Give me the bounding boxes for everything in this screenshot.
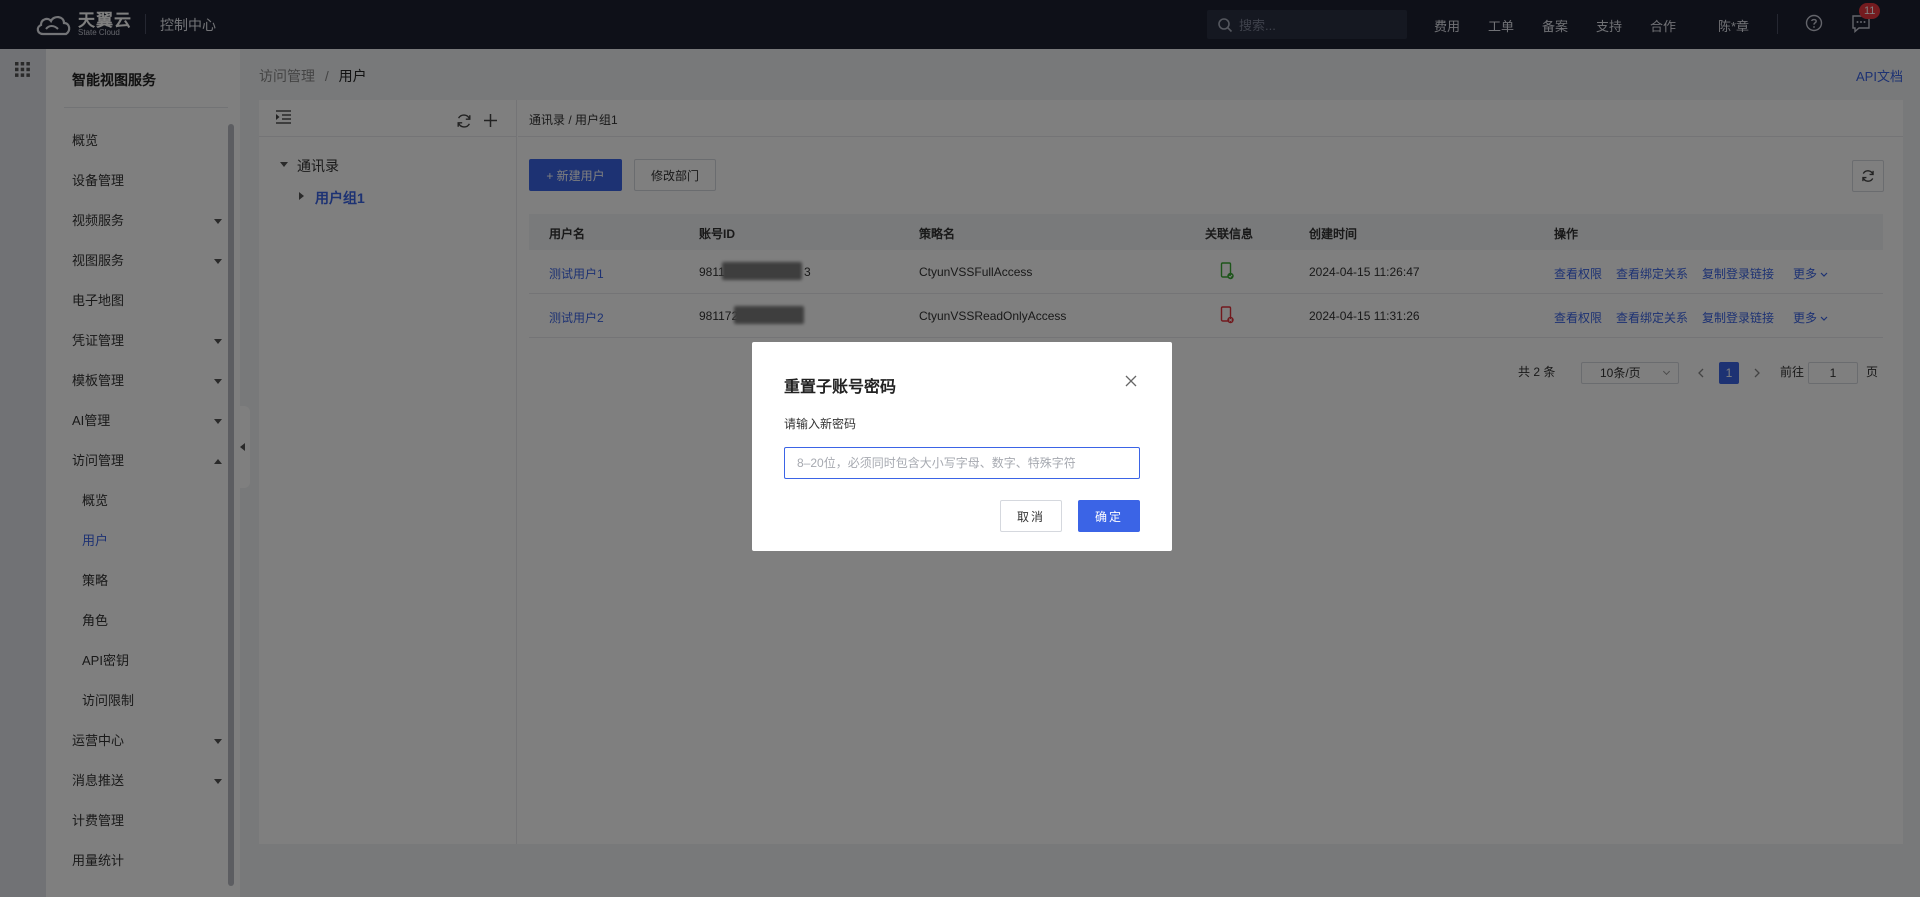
new-password-input[interactable]	[784, 447, 1140, 479]
reset-password-dialog: 重置子账号密码 请输入新密码 取消 确定	[752, 342, 1172, 551]
cancel-button[interactable]: 取消	[1000, 500, 1062, 532]
new-password-label: 请输入新密码	[784, 417, 857, 431]
dialog-title: 重置子账号密码	[784, 379, 897, 396]
close-icon[interactable]	[1124, 374, 1138, 388]
confirm-button[interactable]: 确定	[1078, 500, 1140, 532]
